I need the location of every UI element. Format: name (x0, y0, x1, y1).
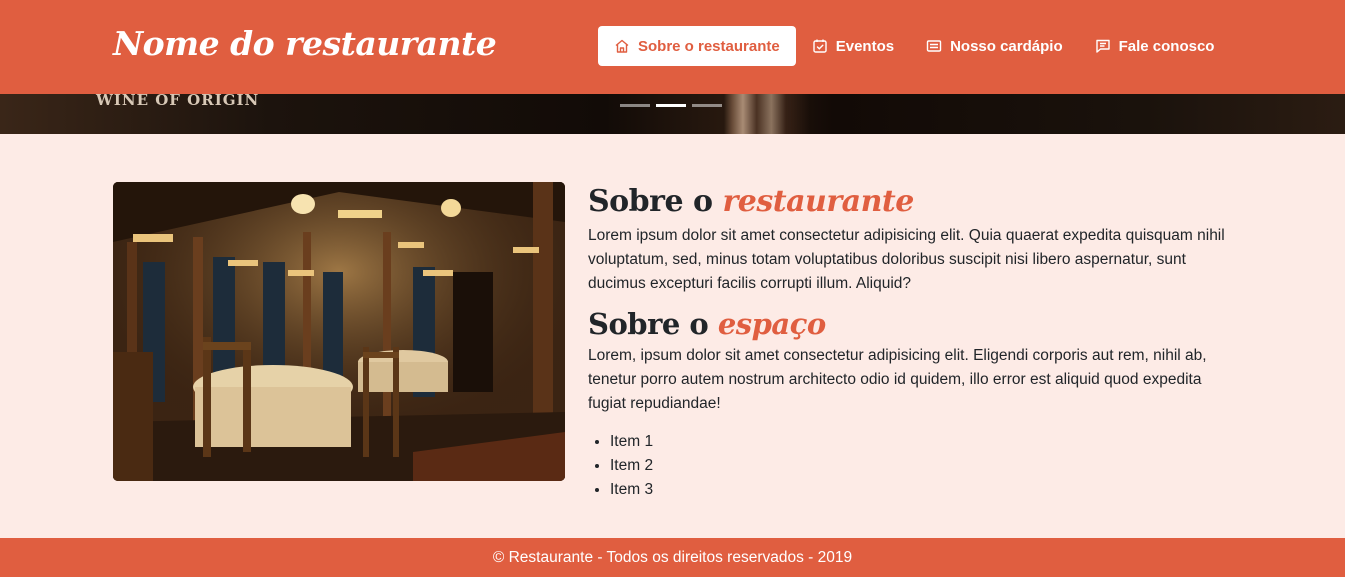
content-section: Sobre o restaurante Lorem ipsum dolor si… (588, 180, 1238, 502)
list-item: Item 3 (610, 478, 1238, 502)
carousel-indicator[interactable] (620, 104, 650, 107)
space-title-prefix: Sobre o (588, 307, 709, 341)
nav-item-contact[interactable]: Fale conosco (1079, 26, 1231, 66)
nav-item-label: Nosso cardápio (950, 37, 1063, 55)
nav-item-label: Eventos (835, 37, 895, 55)
main-nav: Sobre o restaurante Eventos Nosso cardáp… (598, 26, 1230, 66)
carousel-indicator-active[interactable] (656, 104, 686, 107)
hero-image-text: WINE OF ORIGIN (96, 94, 260, 109)
footer: © Restaurante - Todos os direitos reserv… (0, 538, 1345, 577)
space-title: Sobre o espaço (588, 304, 1238, 344)
restaurant-interior-image (113, 182, 565, 481)
brand-logo[interactable]: Nome do restaurante (113, 24, 497, 63)
space-title-accent: espaço (717, 307, 826, 341)
chat-icon (1095, 39, 1110, 53)
about-title-prefix: Sobre o (588, 184, 713, 219)
calendar-check-icon (813, 39, 827, 53)
about-title: Sobre o restaurante (588, 180, 1238, 224)
menu-card-icon (926, 40, 942, 52)
hero-carousel: WINE OF ORIGIN (0, 94, 1345, 134)
nav-item-menu[interactable]: Nosso cardápio (910, 26, 1079, 66)
nav-item-label: Sobre o restaurante (638, 37, 780, 55)
list-item: Item 1 (610, 430, 1238, 454)
home-icon (615, 39, 629, 53)
hero-image-bottle (724, 94, 810, 134)
about-text: Lorem ipsum dolor sit amet consectetur a… (588, 227, 1225, 292)
navbar: Nome do restaurante Sobre o restaurante … (0, 0, 1345, 94)
space-text: Lorem, ipsum dolor sit amet consectetur … (588, 347, 1207, 412)
nav-item-label: Fale conosco (1118, 37, 1215, 55)
list-item: Item 2 (610, 454, 1238, 478)
item-list: Item 1 Item 2 Item 3 (588, 430, 1238, 502)
restaurant-interior-photo (113, 182, 565, 481)
footer-copyright: © Restaurante - Todos os direitos reserv… (492, 549, 853, 566)
nav-item-events[interactable]: Eventos (796, 26, 910, 66)
about-title-accent: restaurante (722, 184, 914, 219)
carousel-indicators (620, 104, 722, 107)
carousel-indicator[interactable] (692, 104, 722, 107)
nav-item-about[interactable]: Sobre o restaurante (598, 26, 796, 66)
